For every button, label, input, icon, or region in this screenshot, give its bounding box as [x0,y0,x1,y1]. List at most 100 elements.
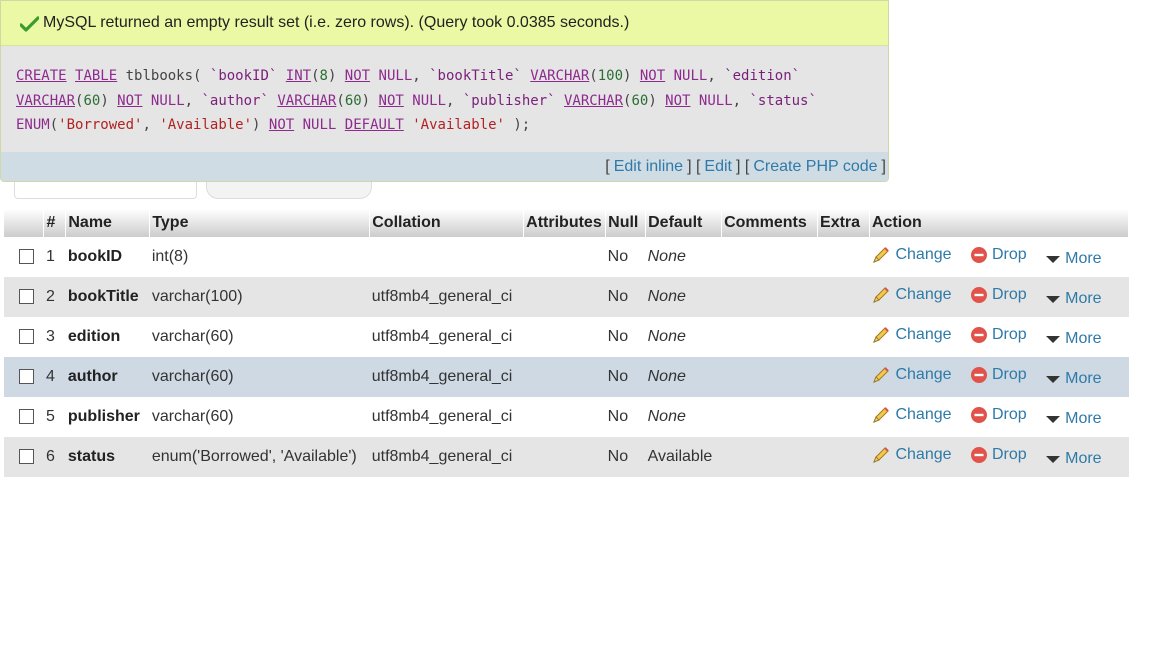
column-name: bookID [65,237,150,277]
change-button[interactable]: Change [871,246,952,264]
more-label: More [1065,329,1102,347]
column-extra [817,437,870,477]
change-button[interactable]: Change [871,285,952,304]
column-null: No [605,397,646,437]
column-default: None [645,277,722,317]
more-dropdown[interactable]: More [1045,409,1102,428]
row-checkbox[interactable] [19,329,34,345]
header-name[interactable]: Name [65,209,151,237]
change-button[interactable]: Change [871,445,952,464]
header-type[interactable]: Type [149,209,371,237]
column-comments [721,237,818,277]
row-checkbox[interactable] [19,249,34,265]
drop-label: Drop [991,445,1027,463]
column-collation: utf8mb4_general_ci [369,357,524,397]
column-collation: utf8mb4_general_ci [369,397,524,437]
drop-button[interactable]: Drop [970,286,1027,304]
change-label: Change [895,365,952,383]
more-dropdown[interactable]: More [1045,450,1102,468]
drop-label: Drop [991,285,1027,303]
header-null[interactable]: Null [605,209,647,237]
drop-icon [970,326,987,343]
create-php-code-link[interactable]: Create PHP code [753,158,877,176]
drop-label: Drop [991,405,1027,423]
change-label: Change [895,445,952,463]
header-num: # [43,209,67,237]
change-button[interactable]: Change [871,365,952,384]
header-checkbox [4,209,45,237]
column-attributes [523,237,606,277]
drop-button[interactable]: Drop [970,366,1027,384]
pencil-icon [873,246,890,263]
drop-icon [970,406,987,423]
change-label: Change [895,285,952,303]
more-label: More [1065,409,1102,427]
more-dropdown[interactable]: More [1045,290,1102,308]
column-actions: Change Drop More [869,237,1129,277]
row-checkbox[interactable] [19,369,34,385]
row-number: 5 [43,397,66,437]
drop-icon [970,286,987,303]
pencil-icon [873,286,890,303]
drop-button[interactable]: Drop [970,326,1027,344]
chevron-down-icon [1046,375,1061,383]
column-comments [721,357,818,397]
row-checkbox[interactable] [19,409,34,425]
pencil-icon [873,406,890,423]
row-number: 3 [43,317,66,357]
row-number: 6 [43,437,66,477]
change-button[interactable]: Change [871,405,952,424]
header-collation[interactable]: Collation [369,209,525,237]
chevron-down-icon [1046,295,1061,303]
column-type: varchar(60) [149,357,370,397]
column-attributes [523,317,606,357]
sql-query-text: CREATE TABLE tblbooks( `bookID` INT(8) N… [16,68,817,133]
check-icon [20,15,39,32]
table-header-row: # Name Type Collation Attributes Null De… [4,209,1130,237]
table-row: 1 bookID int(8) No None Change Drop More [4,237,1129,277]
column-actions: Change Drop More [869,357,1129,397]
drop-button[interactable]: Drop [970,446,1027,464]
change-label: Change [895,405,952,423]
column-actions: Change Drop More [869,397,1129,437]
query-links-bar: [Edit inline] [Edit] [Create PHP code] [1,152,888,181]
column-null: No [605,237,646,277]
success-message-panel: MySQL returned an empty result set (i.e.… [0,0,889,182]
more-label: More [1065,249,1102,267]
more-dropdown[interactable]: More [1045,329,1102,348]
header-default[interactable]: Default [645,209,723,237]
header-comments[interactable]: Comments [721,209,819,237]
drop-button[interactable]: Drop [970,246,1027,264]
column-comments [721,317,818,357]
row-checkbox[interactable] [19,289,34,305]
drop-icon [970,246,987,263]
column-extra [817,237,870,277]
column-type: enum('Borrowed', 'Available') [149,437,370,477]
drop-button[interactable]: Drop [970,406,1027,424]
more-dropdown[interactable]: More [1045,370,1102,388]
edit-link[interactable]: Edit [704,158,732,176]
edit-inline-link[interactable]: Edit inline [614,158,683,176]
column-collation: utf8mb4_general_ci [369,437,524,477]
drop-icon [970,366,987,383]
header-attributes[interactable]: Attributes [523,209,607,237]
row-number: 1 [43,237,66,277]
column-default: None [645,397,722,437]
column-collation [369,237,524,277]
column-attributes [523,357,606,397]
table-row: 5 publisher varchar(60) utf8mb4_general_… [4,397,1129,437]
column-name: author [65,357,150,397]
row-number: 4 [43,357,66,397]
more-dropdown[interactable]: More [1045,249,1102,268]
column-name: edition [65,317,150,357]
drop-label: Drop [991,325,1027,343]
header-extra[interactable]: Extra [817,209,870,237]
column-attributes [523,437,606,477]
change-button[interactable]: Change [871,326,952,344]
row-checkbox[interactable] [19,449,34,465]
column-comments [721,277,818,317]
column-default: None [645,317,722,357]
chevron-down-icon [1046,415,1061,423]
column-attributes [523,277,606,317]
column-type: int(8) [149,237,370,277]
